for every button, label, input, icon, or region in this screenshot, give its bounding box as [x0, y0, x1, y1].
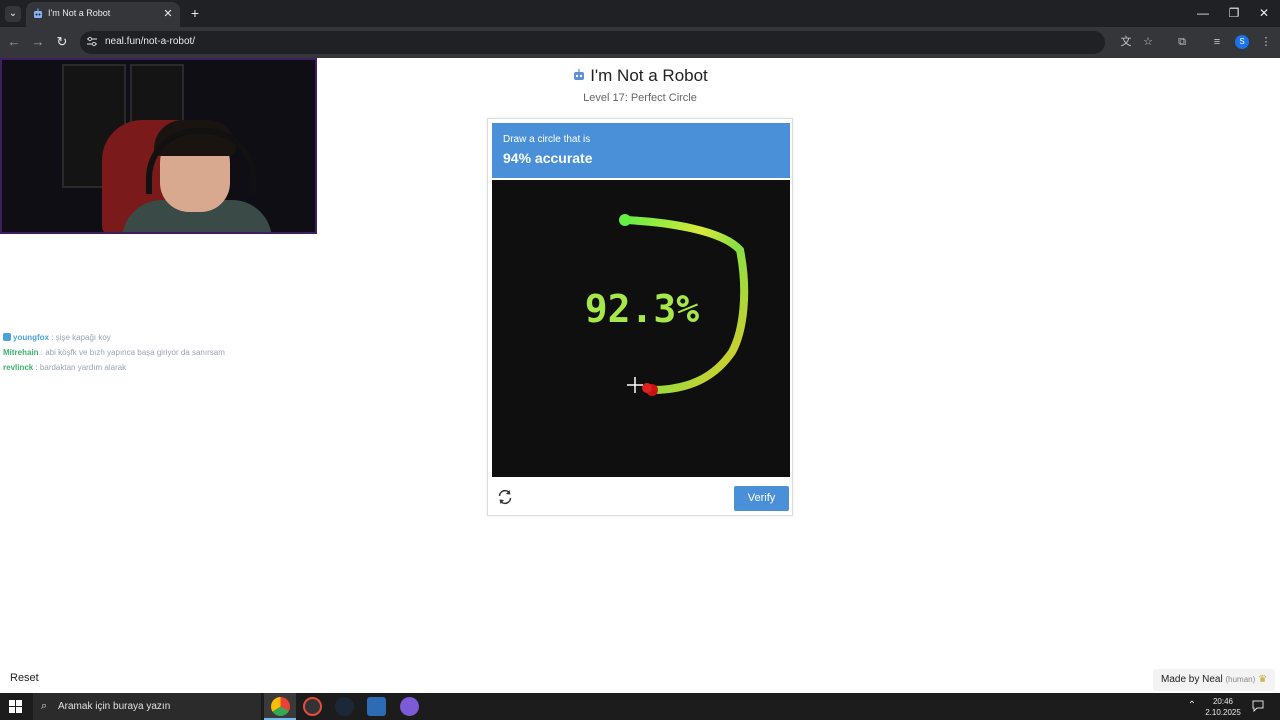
- page-title: I'm Not a Robot: [0, 66, 1280, 86]
- reload-icon[interactable]: ↻: [54, 34, 70, 50]
- steam-icon[interactable]: [335, 697, 354, 716]
- search-icon: ⌕: [41, 700, 48, 712]
- tab-title: I'm Not a Robot: [48, 8, 111, 18]
- back-arrow-icon[interactable]: ←: [6, 34, 22, 50]
- level-subtitle: Level 17: Perfect Circle: [583, 92, 697, 104]
- app-icon[interactable]: [367, 697, 386, 716]
- forward-arrow-icon[interactable]: →: [30, 34, 46, 50]
- captcha-widget: Draw a circle that is 94% accurate 92.3%: [487, 118, 793, 516]
- chat-username: Mitrehain: [3, 348, 39, 357]
- made-by-text: Made by Neal: [1161, 674, 1223, 685]
- restore-button[interactable]: ❐: [1219, 4, 1249, 22]
- chat-badge-icon: [3, 333, 11, 341]
- windows-taskbar: ⌕ Aramak için buraya yazın ⌃ 20:46 2.10.…: [0, 693, 1280, 720]
- browser-tab[interactable]: I'm Not a Robot ✕: [26, 2, 180, 27]
- verify-button[interactable]: Verify: [734, 486, 789, 511]
- browser-tab-bar: ⌄ I'm Not a Robot ✕ + — ❐ ✕: [0, 0, 1280, 27]
- made-by-note: (human): [1225, 675, 1256, 684]
- menu-more-icon[interactable]: ⋮: [1259, 35, 1273, 49]
- chat-message: revlinck : bardaktan yardım alarak: [3, 360, 303, 375]
- tray-chevron-up-icon[interactable]: ⌃: [1186, 700, 1198, 712]
- notification-icon[interactable]: [1252, 700, 1264, 712]
- captcha-footer: Verify: [488, 479, 792, 515]
- refresh-icon[interactable]: [496, 488, 514, 506]
- clock-time: 20:46: [1212, 697, 1234, 706]
- chat-username: revlinck: [3, 363, 34, 372]
- drawing-canvas[interactable]: 92.3%: [492, 180, 790, 477]
- browser-toolbar: ← → ↻ neal.fun/not-a-robot/ 文 ☆ ⧉ ≡ ⋮: [0, 27, 1280, 58]
- windows-start-icon[interactable]: [9, 700, 22, 713]
- chrome-icon[interactable]: [271, 697, 290, 716]
- taskbar-clock[interactable]: 20:46 2.10.2025: [1200, 696, 1246, 718]
- chat-text: : bardaktan yardım alarak: [33, 363, 127, 372]
- prompt-target: 94% accurate: [503, 150, 593, 166]
- page-header: I'm Not a Robot Level 17: Perfect Circle: [0, 66, 1280, 104]
- profile-avatar[interactable]: S: [1235, 35, 1249, 49]
- clock-date: 2.10.2025: [1205, 708, 1241, 717]
- bookmark-star-icon[interactable]: ☆: [1141, 35, 1155, 49]
- close-window-button[interactable]: ✕: [1249, 4, 1279, 22]
- chat-text: : abi köşfk ve bızh yapınca başa giriyor…: [38, 348, 225, 357]
- media-controls-icon[interactable]: ≡: [1210, 35, 1224, 49]
- robot-favicon-icon: [34, 8, 42, 18]
- robot-icon: [574, 69, 585, 80]
- chat-username: youngfox: [13, 333, 49, 342]
- address-bar[interactable]: neal.fun/not-a-robot/ 文 ☆: [80, 31, 1153, 54]
- prompt-instruction: Draw a circle that is: [503, 134, 591, 145]
- chat-message: Mitrehain : abi köşfk ve bızh yapınca ba…: [3, 345, 303, 360]
- trophy-icon: ♛: [1258, 674, 1268, 685]
- tab-close-icon[interactable]: ✕: [161, 7, 175, 21]
- app-icon[interactable]: [400, 697, 419, 716]
- taskbar-search[interactable]: ⌕ Aramak için buraya yazın: [33, 693, 261, 720]
- site-info-icon[interactable]: [86, 36, 98, 48]
- chat-message: youngfox : şişe kapağı koy: [3, 330, 303, 345]
- captcha-prompt: Draw a circle that is 94% accurate: [492, 123, 790, 178]
- accuracy-score: 92.3%: [585, 287, 700, 331]
- search-placeholder: Aramak için buraya yazın: [58, 701, 171, 712]
- new-tab-button[interactable]: +: [187, 5, 203, 21]
- drawn-circle-stroke: 92.3%: [585, 214, 749, 396]
- translate-icon[interactable]: 文: [1119, 35, 1133, 49]
- stream-chat: youngfox : şişe kapağı koy Mitrehain : a…: [3, 330, 303, 375]
- app-icon[interactable]: [303, 697, 322, 716]
- extensions-icon[interactable]: ⧉: [1175, 35, 1189, 49]
- url-text: neal.fun/not-a-robot/: [105, 36, 196, 47]
- made-by-badge[interactable]: Made by Neal (human) ♛: [1153, 669, 1276, 691]
- chat-text: : şişe kapağı koy: [49, 333, 111, 342]
- page-title-text: I'm Not a Robot: [590, 66, 708, 85]
- minimize-button[interactable]: —: [1188, 4, 1218, 22]
- reset-button[interactable]: Reset: [10, 672, 39, 684]
- tab-search-button[interactable]: ⌄: [5, 6, 21, 22]
